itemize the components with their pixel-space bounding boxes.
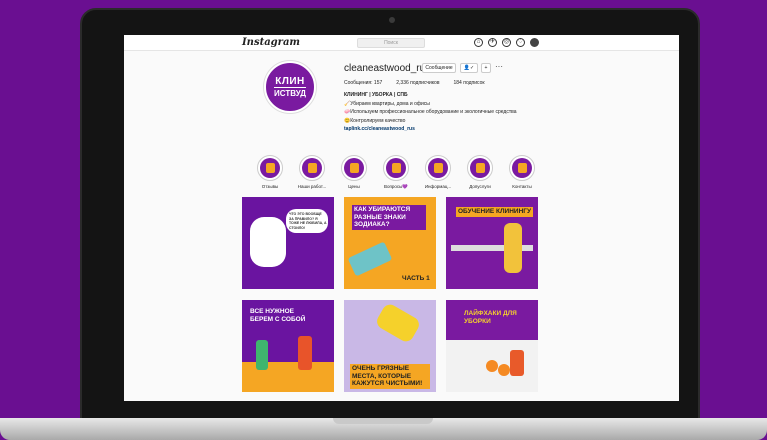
suggest-button[interactable]: + <box>481 63 491 73</box>
post-tile[interactable]: Лайфхаки для уборки <box>446 300 538 392</box>
highlight-works[interactable]: Наши работ... <box>292 155 332 189</box>
profile-stats: Сообщения: 157 2,336 подписчиков 184 под… <box>344 80 485 86</box>
screen: Instagram Поиск ⌂ ✈ ◎ ♡ КЛИН ИСТВУД clea… <box>124 35 679 401</box>
avatar[interactable] <box>530 38 539 47</box>
following-count[interactable]: 184 подписок <box>454 80 485 86</box>
post-tile[interactable]: Обучение клинингу <box>446 197 538 289</box>
home-icon[interactable]: ⌂ <box>474 38 483 47</box>
bio-line: 🧼Используем профессиональное оборудовани… <box>344 109 517 115</box>
more-options-icon[interactable]: ··· <box>495 62 503 71</box>
highlight-prices[interactable]: Цены <box>334 155 374 189</box>
posts-count: Сообщения: 157 <box>344 80 383 86</box>
profile-avatar[interactable]: КЛИН ИСТВУД <box>264 61 316 113</box>
highlight-questions[interactable]: Вопросы💜 <box>376 155 416 190</box>
explore-icon[interactable]: ◎ <box>502 38 511 47</box>
post-caption: Лайфхаки для уборки <box>464 310 517 325</box>
bio-link[interactable]: taplink.cc/cleaneastwood_rus <box>344 125 517 134</box>
heart-icon[interactable]: ♡ <box>516 38 525 47</box>
message-button[interactable]: Сообщение <box>422 63 456 73</box>
camera-icon <box>389 17 395 23</box>
following-button[interactable]: 👤✓ <box>460 63 478 73</box>
highlight-contacts[interactable]: Контакты <box>502 155 542 189</box>
instagram-logo[interactable]: Instagram <box>242 37 300 48</box>
direct-icon[interactable]: ✈ <box>488 38 497 47</box>
laptop-notch <box>333 418 433 424</box>
post-caption: Очень грязные места, которые кажутся чис… <box>350 364 430 389</box>
highlight-info[interactable]: Информац... <box>418 155 458 189</box>
profile-bio: КЛИНИНГ | УБОРКА | СПБ 🧹Убираем квартиры… <box>344 91 517 134</box>
top-navbar: Instagram Поиск ⌂ ✈ ◎ ♡ <box>124 35 679 51</box>
followers-count[interactable]: 2,336 подписчиков <box>396 80 439 86</box>
post-caption: Как убираются разные знаки зодиака? <box>352 205 426 230</box>
post-tile[interactable]: Что это вообще за правило? Я тоже не люб… <box>242 197 334 289</box>
avatar-text-1: КЛИН <box>275 76 305 87</box>
post-caption: Что это вообще за правило? Я тоже не люб… <box>289 212 327 230</box>
highlight-extra[interactable]: Допуслуги <box>460 155 500 189</box>
username: cleaneastwood_rus <box>344 63 431 74</box>
post-tile[interactable]: Все нужное берем с собой <box>242 300 334 392</box>
post-tile[interactable]: Как убираются разные знаки зодиака? Част… <box>344 197 436 289</box>
bio-line: 😊Контролируем качество <box>344 117 406 124</box>
highlight-reviews[interactable]: Отзывы <box>250 155 290 189</box>
post-tile[interactable]: Очень грязные места, которые кажутся чис… <box>344 300 436 392</box>
post-sub: Часть 1 <box>402 275 430 282</box>
search-input[interactable]: Поиск <box>357 38 425 48</box>
bio-name: КЛИНИНГ | УБОРКА | СПБ <box>344 92 408 98</box>
avatar-text-2: ИСТВУД <box>274 87 306 98</box>
post-caption: Обучение клинингу <box>456 207 534 217</box>
post-caption: Все нужное берем с собой <box>250 308 306 323</box>
bio-line: 🧹Убираем квартиры, дома и офисы <box>344 100 430 107</box>
